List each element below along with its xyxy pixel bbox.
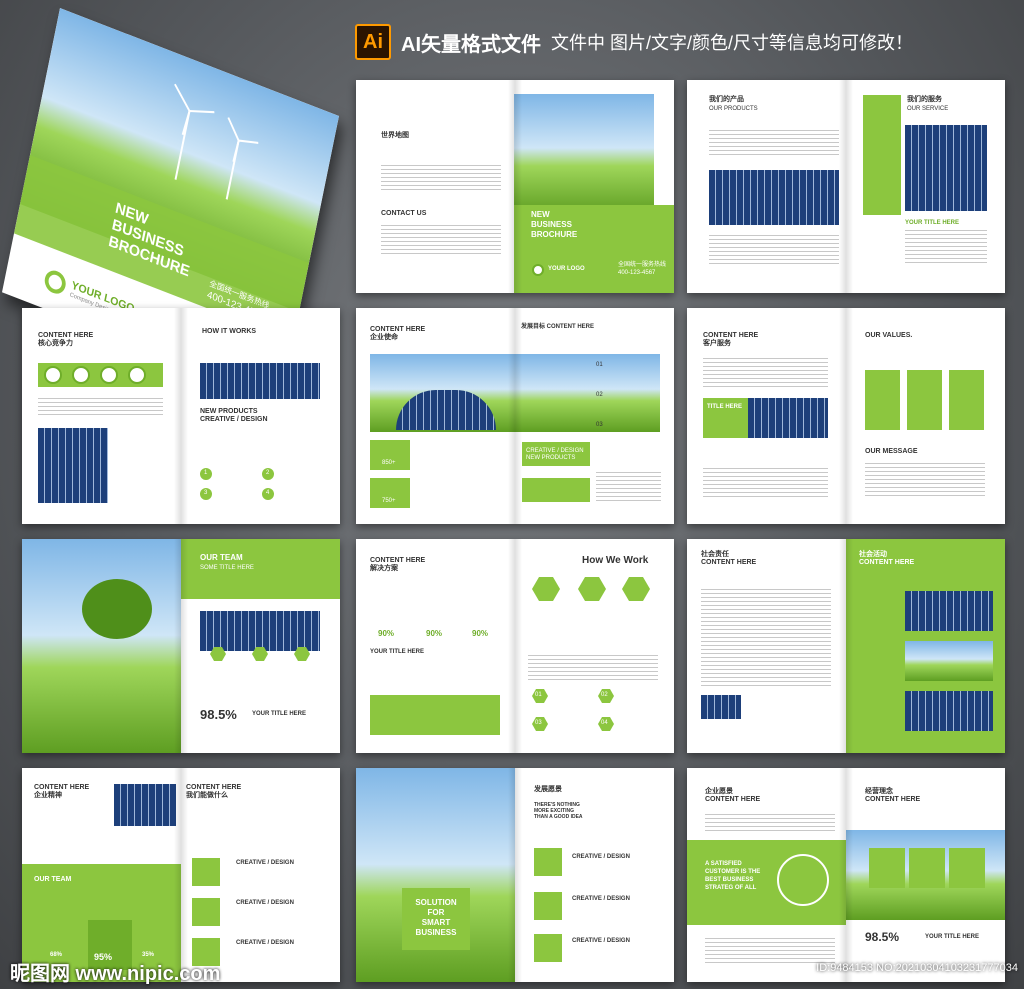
header-subtitle: 文件中 图片/文字/颜色/尺寸等信息均可修改！ — [551, 33, 914, 53]
s2-left-title: 我们的产品 — [709, 96, 744, 103]
s11-pct: 98.5% — [865, 930, 900, 944]
s4-v2: 750+ — [382, 498, 396, 504]
s6-team: OUR TEAM — [200, 553, 243, 562]
spread-mission: CONTENT HERE 企业使命 850+ 750+ 发展目标 CONTENT… — [356, 308, 674, 524]
spread-service: CONTENT HERE 客户服务 TITLE HERE OUR VALUES.… — [687, 308, 1005, 524]
s11-left-title: CONTENT HERE — [705, 796, 761, 803]
spread-social: 社会责任 CONTENT HERE 社会活动 CONTENT HERE — [687, 539, 1005, 753]
s6-pct: 98.5% — [200, 707, 237, 722]
s4-box1: CREATIVE / DESIGN NEW PRODUCTS — [526, 448, 584, 462]
logo-icon — [42, 267, 68, 297]
header: Ai AI矢量格式文件 文件中 图片/文字/颜色/尺寸等信息均可修改！ — [355, 22, 913, 62]
s6-tree-image — [22, 539, 181, 753]
s6-images — [200, 611, 320, 651]
s9-title-cn: 企业精神 — [34, 792, 62, 799]
s2-right-sub: OUR SERVICE — [907, 106, 949, 112]
s10-right-title: THERE'S NOTHING MORE EXCITING THAN A GOO… — [534, 802, 583, 820]
watermark-left: 昵图网 www.nipic.com — [10, 963, 221, 985]
s1-cover-title: NEW BUSINESS BROCHURE — [531, 210, 578, 239]
spread-solutions: CONTENT HERE 解决方案 90% 90% 90% YOUR TITLE… — [356, 539, 674, 753]
s8-right-title: CONTENT HERE — [859, 559, 915, 566]
s3-solar-image — [200, 363, 320, 399]
s3-title-cn: 核心竞争力 — [38, 340, 73, 347]
s3-how: HOW IT WORKS — [202, 328, 257, 335]
s5-title-cn: 客户服务 — [703, 340, 731, 347]
s1-logo-icon — [532, 264, 544, 276]
s5-title-here: TITLE HERE — [707, 404, 743, 410]
s2-solar-image — [709, 170, 839, 225]
s5-worker-image — [748, 398, 828, 438]
s5-message: OUR MESSAGE — [865, 448, 918, 455]
s7-how: How We Work — [582, 555, 649, 566]
s2-item: YOUR TITLE HERE — [905, 220, 960, 226]
s11-quote: A SATISFIED CUSTOMER IS THE BEST BUSINES… — [705, 861, 761, 891]
spread-philosophy: 企业愿景 CONTENT HERE A SATISFIED CUSTOMER I… — [687, 768, 1005, 982]
s10-right-cn: 发展愿景 — [534, 786, 562, 793]
s6-some: SOME TITLE HERE — [200, 565, 254, 571]
s3-creative: CREATIVE / DESIGN — [200, 416, 268, 423]
spread-competitiveness: CONTENT HERE 核心竞争力 HOW IT WORKS NEW PROD… — [22, 308, 340, 524]
s1-heading: 世界地图 — [381, 132, 409, 139]
s9-team: OUR TEAM — [34, 876, 72, 883]
spread-spirit: CONTENT HERE 企业精神 OUR TEAM 68% 95% 35% C… — [22, 768, 340, 982]
watermark-right: ID:9484153 NO:20210304103231777034 — [816, 962, 1018, 974]
s1-logo: YOUR LOGO — [548, 266, 585, 272]
s11-right-title: CONTENT HERE — [865, 796, 921, 803]
s3-building-image — [38, 428, 108, 503]
spread-team: OUR TEAM SOME TITLE HERE 98.5% YOUR TITL… — [22, 539, 340, 753]
spread-products: 我们的产品 OUR PRODUCTS 我们的服务 OUR SERVICE YOU… — [687, 80, 1005, 293]
s2-service-images — [905, 125, 987, 211]
s4-right-title: 发展目标 CONTENT HERE — [521, 324, 595, 330]
s4-v1: 850+ — [382, 460, 396, 466]
s1-hotline: 全国统一服务热线 — [618, 262, 667, 268]
s4-title-cn: 企业使命 — [370, 334, 398, 341]
s11-your-title: YOUR TITLE HERE — [925, 934, 980, 940]
s10-solution: SOLUTION FOR SMART BUSINESS — [415, 898, 457, 937]
s1-wind-image — [514, 94, 654, 214]
s1-phone: 400-123-4567 — [618, 270, 656, 276]
header-title: AI矢量格式文件 — [401, 33, 541, 56]
s7-your-title: YOUR TITLE HERE — [370, 649, 425, 655]
s5-values: OUR VALUES. — [865, 332, 913, 339]
s2-green-panel — [863, 95, 901, 215]
s8-left-title: CONTENT HERE — [701, 559, 757, 566]
s1-contact: CONTACT US — [381, 210, 427, 217]
s2-right-title: 我们的服务 — [907, 96, 942, 103]
spread-contact: 世界地图 CONTACT US NEW BUSINESS BROCHURE YO… — [356, 80, 674, 293]
s9-right-cn: 我们能做什么 — [186, 792, 228, 799]
s6-your-title: YOUR TITLE HERE — [252, 711, 307, 717]
s7-title-cn: 解决方案 — [370, 565, 398, 572]
s2-left-sub: OUR PRODUCTS — [709, 106, 758, 112]
spread-vision: SOLUTION FOR SMART BUSINESS 发展愿景 THERE'S… — [356, 768, 674, 982]
